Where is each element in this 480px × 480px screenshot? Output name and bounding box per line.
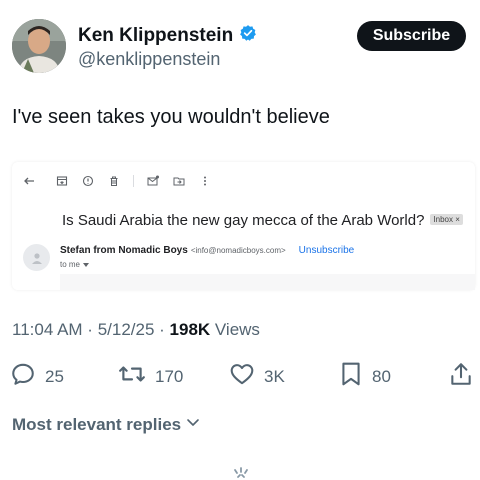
subscribe-button[interactable]: Subscribe [357, 21, 466, 51]
share-icon [449, 361, 473, 392]
email-screenshot[interactable]: Is Saudi Arabia the new gay mecca of the… [12, 162, 475, 290]
sender-name: Stefan from Nomadic Boys [60, 245, 188, 256]
recipient-text: to me [60, 260, 81, 269]
archive-icon [55, 174, 69, 188]
avatar[interactable] [12, 19, 66, 73]
sender-row: Stefan from Nomadic Boys <info@nomadicbo… [60, 245, 354, 256]
verified-badge-icon [239, 24, 257, 47]
email-subject-text: Is Saudi Arabia the new gay mecca of the… [62, 212, 425, 229]
email-toolbar [22, 174, 212, 188]
tweet-time[interactable]: 11:04 AM [12, 320, 83, 339]
move-to-icon [172, 174, 186, 188]
toolbar-divider [133, 175, 134, 187]
share-button[interactable] [449, 361, 473, 392]
heart-icon [229, 361, 255, 392]
bookmark-count: 80 [372, 366, 391, 386]
recipient-line: to me [60, 260, 90, 269]
replies-sort-label: Most relevant replies [12, 414, 182, 434]
author-name-row[interactable]: Ken Klippenstein [78, 24, 257, 47]
tweet-text: I've seen takes you wouldn't believe [12, 106, 330, 128]
author-display-name[interactable]: Ken Klippenstein [78, 25, 233, 47]
meta-separator: · [82, 320, 98, 339]
tweet-metadata: 11:04 AM · 5/12/25 · 198K Views [12, 320, 260, 340]
views-label: Views [210, 320, 260, 339]
repost-count: 170 [155, 366, 184, 386]
reply-icon [10, 361, 36, 392]
email-subject: Is Saudi Arabia the new gay mecca of the… [62, 212, 463, 229]
meta-separator: · [154, 320, 170, 339]
unsubscribe-link: Unsubscribe [298, 245, 355, 256]
caret-down-icon [83, 260, 90, 269]
sender-email: <info@nomadicboys.com> [190, 246, 286, 255]
bookmark-icon [339, 361, 363, 392]
back-arrow-icon [22, 174, 36, 188]
report-spam-icon [81, 174, 95, 188]
loading-spinner-icon [232, 466, 250, 480]
like-button[interactable]: 3K [229, 361, 285, 392]
sender-avatar-icon [23, 244, 50, 271]
more-vertical-icon [198, 174, 212, 188]
trash-icon [107, 174, 121, 188]
inbox-label-badge: Inbox × [430, 213, 463, 225]
repost-icon [118, 361, 146, 392]
reply-count: 25 [45, 366, 64, 386]
tweet-action-bar: 25 170 3K 80 [0, 360, 480, 388]
mark-unread-icon [146, 174, 160, 188]
views-count[interactable]: 198K [170, 320, 211, 339]
email-footer-band [60, 274, 475, 290]
replies-sort-dropdown[interactable]: Most relevant replies [12, 414, 201, 435]
repost-button[interactable]: 170 [118, 361, 183, 392]
tweet-date[interactable]: 5/12/25 [98, 320, 155, 339]
chevron-down-icon [185, 414, 201, 435]
author-handle[interactable]: @kenklippenstein [78, 49, 220, 70]
bookmark-button[interactable]: 80 [339, 361, 391, 392]
like-count: 3K [264, 366, 285, 386]
reply-button[interactable]: 25 [10, 361, 64, 392]
